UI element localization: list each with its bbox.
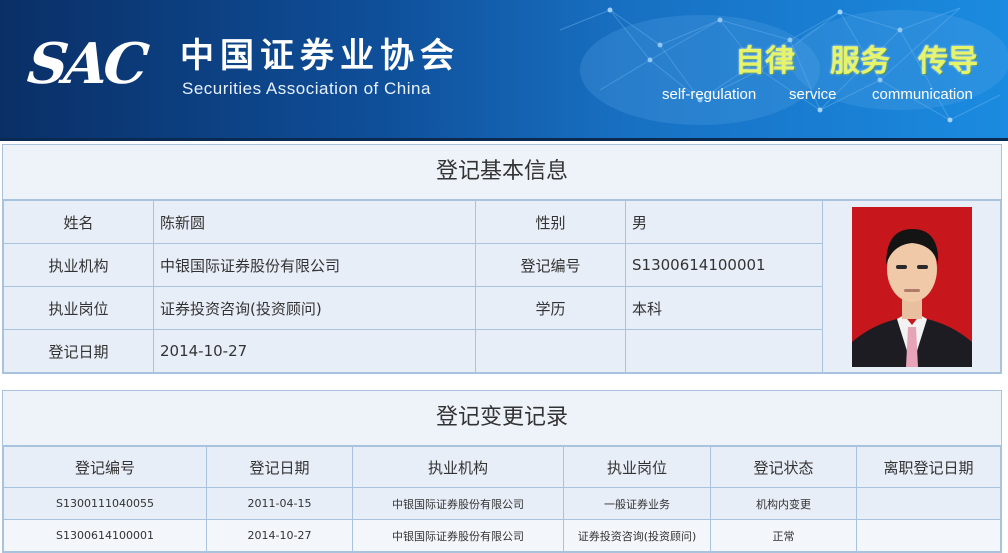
cell-org: 中银国际证券股份有限公司 — [352, 519, 564, 552]
cell-reg-date: 2011-04-15 — [206, 487, 353, 520]
basic-info-table: 姓名 陈新圆 性别 男 执业机构 中银国际证券股份有限公司 登记编号 S1300… — [3, 200, 1001, 373]
name-value: 陈新圆 — [153, 200, 476, 244]
org-value: 中银国际证券股份有限公司 — [153, 243, 476, 287]
info-row-name: 姓名 陈新圆 性别 男 — [3, 200, 1001, 373]
column-header: 执业岗位 — [563, 446, 711, 488]
org-name-english: Securities Association of China — [182, 79, 431, 98]
gender-label: 性别 — [475, 200, 626, 244]
reg-date-label: 登记日期 — [3, 329, 154, 373]
cell-position: 证券投资咨询(投资顾问) — [563, 519, 711, 552]
table-row: S1300614100001 2014-10-27 中银国际证券股份有限公司 证… — [3, 519, 1001, 552]
change-records-panel: 登记变更记录 登记编号 登记日期 执业机构 执业岗位 登记状态 离职登记日期 S… — [2, 390, 1002, 553]
cell-reg-no: S1300614100001 — [3, 519, 207, 552]
column-header: 登记日期 — [206, 446, 353, 488]
change-records-title: 登记变更记录 — [3, 391, 1001, 446]
column-header: 执业机构 — [352, 446, 564, 488]
education-value: 本科 — [625, 286, 823, 330]
empty-cell — [475, 329, 626, 373]
reg-no-label: 登记编号 — [475, 243, 626, 287]
photo-cell — [822, 200, 1001, 373]
cell-leave-date — [856, 519, 1001, 552]
gender-value: 男 — [625, 200, 823, 244]
slogan-service-cn: 服务 — [830, 44, 890, 79]
education-label: 学历 — [475, 286, 626, 330]
org-name-chinese: 中国证券业协会 — [180, 36, 460, 76]
sac-logo-mark: SAC — [24, 31, 148, 97]
banner-divider — [0, 138, 1008, 141]
slogan-communication-cn: 传导 — [918, 44, 978, 79]
slogan-self-regulation-en: self-regulation — [662, 86, 757, 103]
org-label: 执业机构 — [3, 243, 154, 287]
slogan-service-en: service — [789, 86, 837, 103]
cell-org: 中银国际证券股份有限公司 — [352, 487, 564, 520]
person-photo — [851, 206, 972, 367]
cell-leave-date — [856, 487, 1001, 520]
basic-info-panel: 登记基本信息 姓名 陈新圆 性别 男 执业机构 中银国际证券股份有限公司 登记编… — [2, 144, 1002, 374]
cell-status: 正常 — [710, 519, 857, 552]
table-header-row: 登记编号 登记日期 执业机构 执业岗位 登记状态 离职登记日期 — [3, 446, 1001, 488]
reg-date-value: 2014-10-27 — [153, 329, 476, 373]
basic-info-title: 登记基本信息 — [3, 145, 1001, 200]
column-header: 登记状态 — [710, 446, 857, 488]
position-value: 证券投资咨询(投资顾问) — [153, 286, 476, 330]
column-header: 登记编号 — [3, 446, 207, 488]
empty-cell — [625, 329, 823, 373]
cell-position: 一般证券业务 — [563, 487, 711, 520]
name-label: 姓名 — [3, 200, 154, 244]
site-header-banner: SAC 中国证券业协会 Securities Association of Ch… — [0, 0, 1008, 141]
cell-reg-date: 2014-10-27 — [206, 519, 353, 552]
table-row: S1300111040055 2011-04-15 中银国际证券股份有限公司 一… — [3, 487, 1001, 520]
position-label: 执业岗位 — [3, 286, 154, 330]
cell-reg-no: S1300111040055 — [3, 487, 207, 520]
slogan-self-regulation-cn: 自律 — [735, 44, 795, 79]
column-header: 离职登记日期 — [856, 446, 1001, 488]
change-records-table: 登记编号 登记日期 执业机构 执业岗位 登记状态 离职登记日期 S1300111… — [3, 446, 1001, 552]
slogan-communication-en: communication — [872, 86, 973, 103]
reg-no-value: S1300614100001 — [625, 243, 823, 287]
cell-status: 机构内变更 — [710, 487, 857, 520]
person-silhouette-graphic — [851, 206, 972, 367]
